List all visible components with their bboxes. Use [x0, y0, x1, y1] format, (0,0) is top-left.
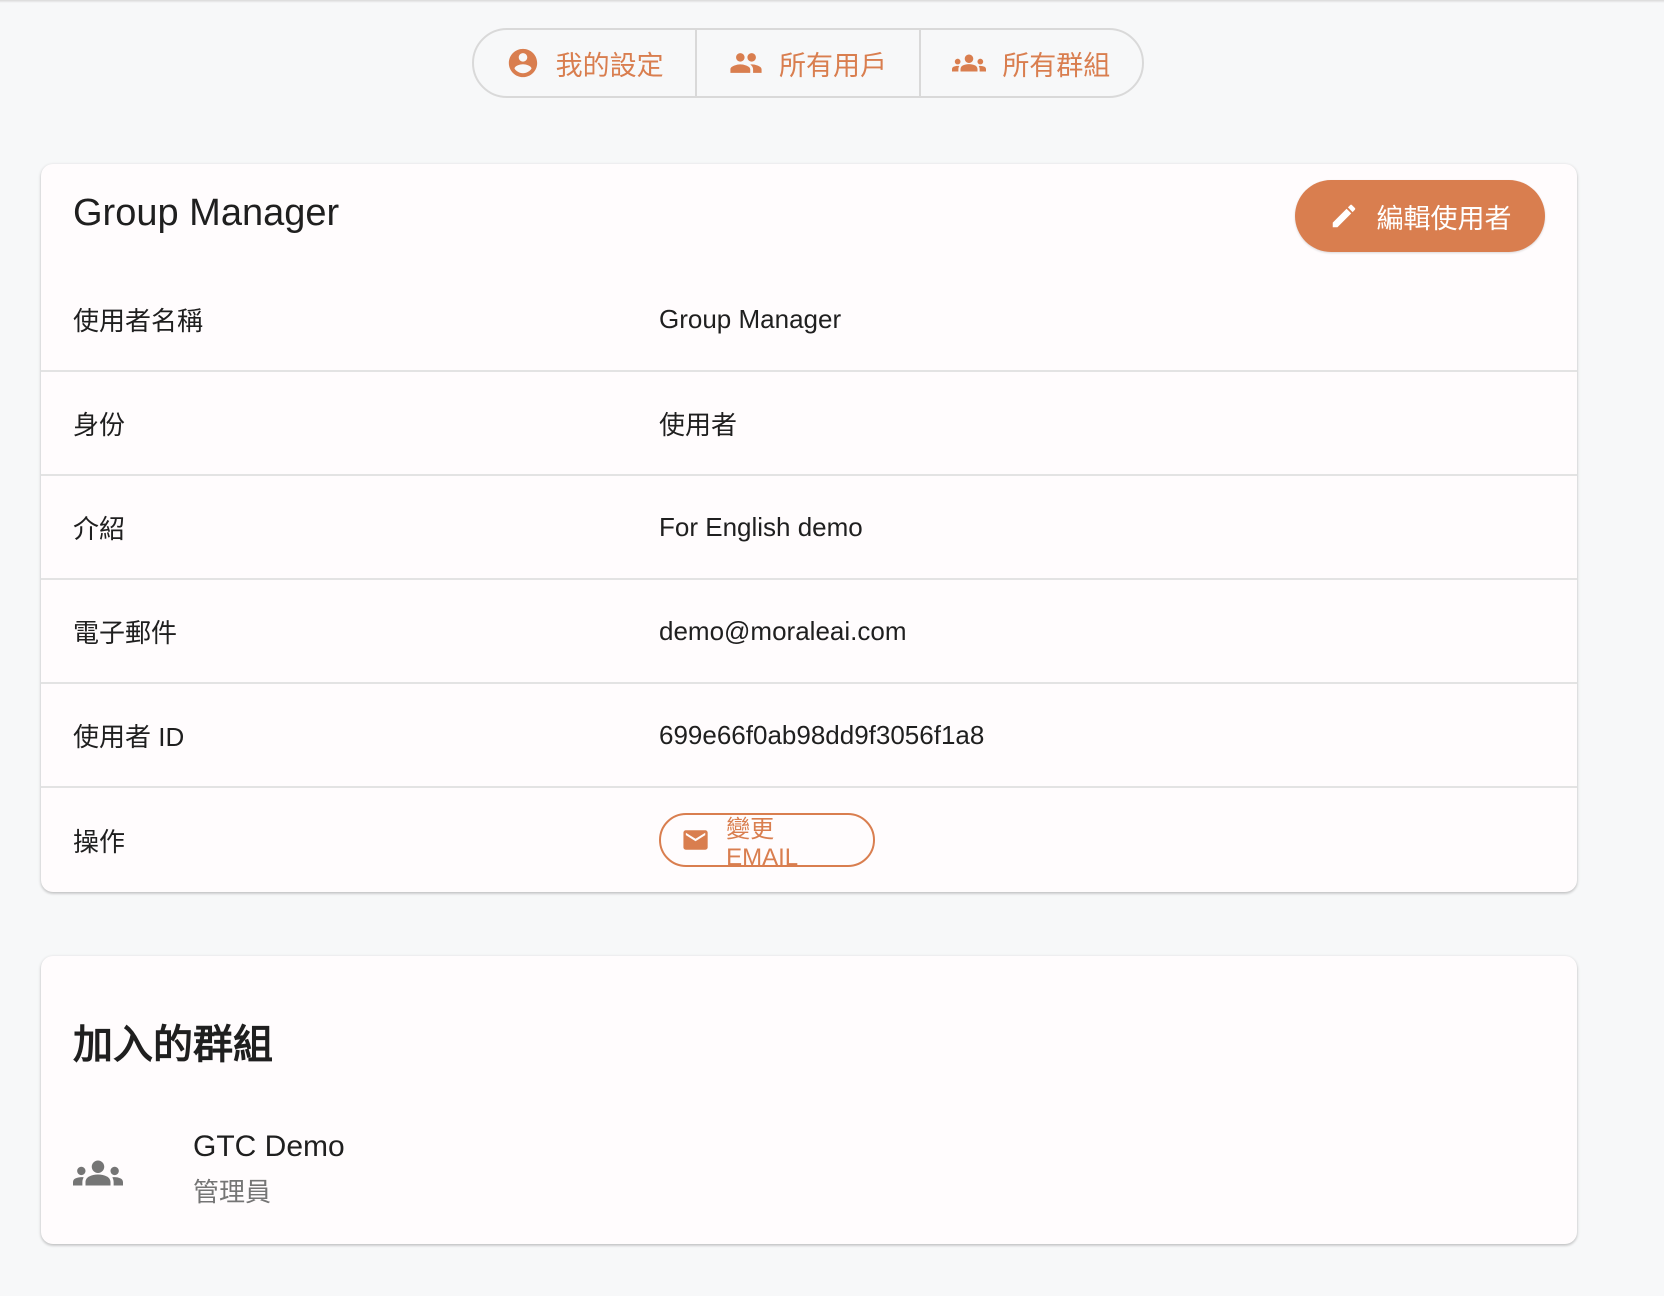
top-shadow: [0, 0, 1664, 3]
row-value: 699e66f0ab98dd9f3056f1a8: [659, 719, 985, 750]
edit-user-button[interactable]: 編輯使用者: [1295, 180, 1545, 252]
account-circle-icon: [508, 48, 537, 78]
edit-user-label: 編輯使用者: [1376, 203, 1512, 234]
people-icon: [730, 53, 762, 73]
table-row: 身份 使用者: [41, 372, 1577, 476]
row-value: For English demo: [659, 511, 863, 542]
mail-icon: [683, 830, 708, 850]
tab-label: 所有用戶: [778, 50, 887, 81]
row-actions: 變更 EMAIL: [659, 788, 875, 892]
change-email-button[interactable]: 變更 EMAIL: [659, 813, 875, 871]
section-tabs: 我的設定 所有用戶 所有群組: [472, 28, 1144, 98]
row-label: 電子郵件: [73, 617, 178, 648]
group-name: GTC Demo: [193, 1130, 345, 1163]
row-label: 使用者名稱: [73, 305, 204, 336]
joined-groups-title: 加入的群組: [73, 1023, 273, 1067]
row-label: 操作: [73, 826, 126, 857]
tab-all-groups[interactable]: 所有群組: [921, 30, 1142, 96]
table-row: 使用者名稱 Group Manager: [41, 268, 1577, 372]
user-detail-card: Group Manager 編輯使用者 使用者名稱 Group Manager …: [41, 164, 1577, 892]
change-email-label: 變更 EMAIL: [726, 815, 799, 871]
pencil-icon: [1332, 204, 1355, 228]
table-row: 介紹 For English demo: [41, 476, 1577, 580]
row-label: 介紹: [73, 513, 126, 544]
group-list-item[interactable]: GTC Demo 管理員: [73, 1128, 1543, 1208]
user-title: Group Manager: [73, 192, 340, 234]
table-row: 操作 變更 EMAIL: [41, 788, 1577, 892]
tab-label: 所有群組: [1002, 50, 1111, 81]
groups-icon: [952, 54, 987, 72]
tab-all-users[interactable]: 所有用戶: [697, 30, 921, 96]
row-value: Group Manager: [659, 303, 842, 334]
groups-icon: [73, 1160, 123, 1186]
joined-groups-card: 加入的群組 GTC Demo 管理員: [41, 956, 1577, 1244]
table-row: 使用者 ID 699e66f0ab98dd9f3056f1a8: [41, 684, 1577, 788]
row-label: 身份: [73, 409, 126, 440]
group-role: 管理員: [193, 1177, 272, 1207]
row-value: 使用者: [659, 409, 738, 440]
user-info-table: 使用者名稱 Group Manager 身份 使用者 介紹 For Englis…: [41, 268, 1577, 892]
row-label: 使用者 ID: [73, 721, 185, 752]
tab-label: 我的設定: [555, 50, 664, 81]
row-value: demo@moraleai.com: [659, 615, 907, 646]
tab-my-settings[interactable]: 我的設定: [474, 30, 698, 96]
table-row: 電子郵件 demo@moraleai.com: [41, 580, 1577, 684]
